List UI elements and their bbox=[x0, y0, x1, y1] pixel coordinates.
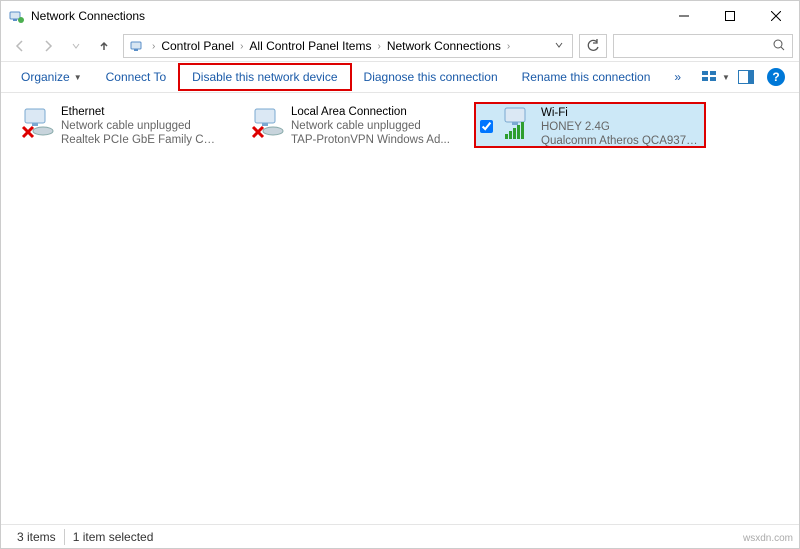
connection-status: HONEY 2.4G bbox=[541, 120, 700, 134]
connection-device: TAP-ProtonVPN Windows Ad... bbox=[291, 133, 450, 147]
selection-checkbox[interactable] bbox=[480, 120, 493, 133]
rename-button[interactable]: Rename this connection bbox=[510, 63, 663, 91]
recent-dropdown[interactable] bbox=[63, 34, 89, 58]
address-bar: › Control Panel › All Control Panel Item… bbox=[1, 31, 799, 61]
forward-button[interactable] bbox=[35, 34, 61, 58]
item-count: 3 items bbox=[9, 530, 64, 544]
help-button[interactable]: ? bbox=[767, 68, 785, 86]
search-input[interactable] bbox=[613, 34, 793, 58]
search-icon bbox=[772, 38, 786, 55]
chevron-right-icon[interactable]: › bbox=[505, 41, 512, 52]
location-icon bbox=[130, 38, 146, 54]
breadcrumb-item[interactable]: All Control Panel Items bbox=[245, 35, 375, 57]
breadcrumb-dropdown[interactable] bbox=[548, 39, 570, 53]
window-title: Network Connections bbox=[31, 9, 661, 23]
connection-item-wifi[interactable]: Wi-Fi HONEY 2.4G Qualcomm Atheros QCA937… bbox=[475, 103, 705, 147]
selected-count: 1 item selected bbox=[65, 530, 162, 544]
connection-device: Realtek PCIe GbE Family Cont... bbox=[61, 133, 221, 147]
wifi-icon bbox=[499, 106, 535, 142]
connection-status: Network cable unplugged bbox=[61, 119, 221, 133]
watermark: wsxdn.com bbox=[743, 533, 793, 544]
back-button[interactable] bbox=[7, 34, 33, 58]
connection-item-ethernet[interactable]: Ethernet Network cable unplugged Realtek… bbox=[15, 103, 245, 147]
minimize-button[interactable] bbox=[661, 1, 707, 31]
status-bar: 3 items 1 item selected bbox=[1, 524, 799, 548]
close-button[interactable] bbox=[753, 1, 799, 31]
disable-device-button[interactable]: Disable this network device bbox=[178, 63, 351, 91]
refresh-button[interactable] bbox=[579, 34, 607, 58]
preview-pane-button[interactable] bbox=[731, 63, 761, 91]
content-area: Ethernet Network cable unplugged Realtek… bbox=[1, 93, 799, 526]
ethernet-icon bbox=[19, 105, 55, 141]
chevron-right-icon[interactable]: › bbox=[375, 41, 382, 52]
connection-device: Qualcomm Atheros QCA9377... bbox=[541, 134, 700, 148]
connection-name: Local Area Connection bbox=[291, 105, 450, 119]
diagnose-button[interactable]: Diagnose this connection bbox=[352, 63, 510, 91]
organize-button[interactable]: Organize▼ bbox=[9, 63, 94, 91]
connection-status: Network cable unplugged bbox=[291, 119, 450, 133]
lan-icon bbox=[249, 105, 285, 141]
connect-to-button[interactable]: Connect To bbox=[94, 63, 179, 91]
overflow-button[interactable]: » bbox=[662, 63, 693, 91]
breadcrumb[interactable]: › Control Panel › All Control Panel Item… bbox=[123, 34, 573, 58]
chevron-right-icon[interactable]: › bbox=[150, 41, 157, 52]
up-button[interactable] bbox=[91, 34, 117, 58]
chevron-down-icon: ▼ bbox=[74, 73, 82, 82]
toolbar: Organize▼ Connect To Disable this networ… bbox=[1, 61, 799, 93]
connection-item-lan[interactable]: Local Area Connection Network cable unpl… bbox=[245, 103, 475, 147]
connection-name: Wi-Fi bbox=[541, 106, 700, 120]
maximize-button[interactable] bbox=[707, 1, 753, 31]
breadcrumb-item[interactable]: Network Connections bbox=[383, 35, 505, 57]
connection-name: Ethernet bbox=[61, 105, 221, 119]
chevron-right-icon[interactable]: › bbox=[238, 41, 245, 52]
view-options-button[interactable]: ▼ bbox=[701, 63, 731, 91]
app-icon bbox=[9, 8, 25, 24]
breadcrumb-item[interactable]: Control Panel bbox=[157, 35, 238, 57]
titlebar: Network Connections bbox=[1, 1, 799, 31]
chevron-down-icon: ▼ bbox=[722, 73, 730, 82]
